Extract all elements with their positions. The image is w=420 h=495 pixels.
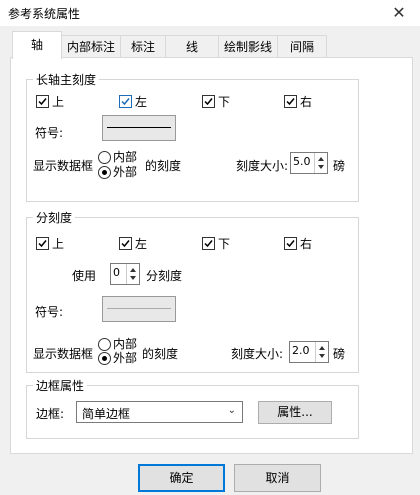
title-bar: 参考系统属性 ✕	[0, 0, 420, 26]
check-left-major[interactable]	[119, 95, 132, 108]
unit-label: 磅	[333, 347, 346, 361]
check-right-minor[interactable]	[284, 237, 297, 250]
major-symbol-swatch[interactable]	[102, 115, 176, 141]
tick-size-label: 刻度大小:	[231, 347, 284, 361]
major-ticks-title: 长轴主刻度	[33, 71, 100, 88]
show-frame-label: 显示数据框	[33, 347, 94, 361]
radio-outer-label: 外部	[113, 165, 138, 179]
frame-props-title: 边框属性	[33, 377, 88, 394]
minor-tick-size-value: 2.0	[292, 344, 310, 357]
chevron-down-icon: ⌄	[227, 405, 236, 416]
check-top-label: 上	[52, 95, 65, 109]
check-right-label: 右	[300, 95, 313, 109]
tick-size-label: 刻度大小:	[236, 159, 289, 173]
check-right-major[interactable]	[284, 95, 297, 108]
properties-button[interactable]: 属性...	[258, 401, 332, 424]
close-icon[interactable]: ✕	[388, 3, 410, 23]
check-right-label: 右	[300, 237, 313, 251]
spinner-arrows-icon[interactable]	[126, 264, 139, 284]
window-title: 参考系统属性	[8, 7, 81, 21]
radio-outer-major[interactable]	[98, 166, 111, 179]
tab-interval[interactable]: 间隔	[277, 35, 327, 58]
tab-inner-label[interactable]: 内部标注	[61, 35, 121, 58]
check-bottom-label: 下	[218, 237, 231, 251]
ok-button[interactable]: 确定	[138, 464, 225, 492]
of-ticks-label: 的刻度	[145, 159, 182, 173]
radio-inner-minor[interactable]	[98, 338, 111, 351]
check-bottom-minor[interactable]	[202, 237, 215, 250]
check-left-label: 左	[135, 95, 148, 109]
symbol-label: 符号:	[35, 126, 64, 140]
spinner-arrows-icon[interactable]	[315, 342, 328, 362]
minor-ticks-title: 分刻度	[33, 209, 76, 226]
minor-ticks-label: 分刻度	[146, 269, 183, 283]
cancel-button[interactable]: 取消	[234, 464, 321, 492]
radio-inner-major[interactable]	[98, 151, 111, 164]
check-top-minor[interactable]	[36, 237, 49, 250]
tab-line[interactable]: 线	[165, 35, 219, 58]
unit-label: 磅	[333, 159, 346, 173]
check-bottom-label: 下	[218, 95, 231, 109]
minor-tick-size-spinner[interactable]: 2.0	[289, 341, 329, 363]
tab-label[interactable]: 标注	[120, 35, 166, 58]
tab-hatch[interactable]: 绘制影线	[218, 35, 278, 58]
radio-outer-minor[interactable]	[98, 352, 111, 365]
border-style-value: 简单边框	[82, 407, 131, 421]
tab-axis[interactable]: 轴	[12, 31, 62, 59]
border-label: 边框:	[36, 407, 65, 421]
spinner-arrows-icon[interactable]	[314, 153, 327, 173]
minor-count-value: 0	[113, 266, 120, 279]
minor-symbol-swatch[interactable]	[102, 296, 176, 322]
symbol-label: 符号:	[35, 305, 64, 319]
check-left-label: 左	[135, 237, 148, 251]
border-style-select[interactable]: 简单边框 ⌄	[76, 401, 243, 423]
check-top-label: 上	[52, 237, 65, 251]
check-left-minor[interactable]	[119, 237, 132, 250]
major-tick-size-value: 5.0	[293, 155, 311, 168]
radio-outer-label: 外部	[113, 351, 138, 365]
minor-count-spinner[interactable]: 0	[110, 263, 140, 285]
use-label: 使用	[72, 269, 97, 283]
check-bottom-major[interactable]	[202, 95, 215, 108]
show-frame-label: 显示数据框	[33, 159, 94, 173]
check-top-major[interactable]	[36, 95, 49, 108]
major-tick-size-spinner[interactable]: 5.0	[290, 152, 328, 174]
of-ticks-label: 的刻度	[142, 347, 179, 361]
